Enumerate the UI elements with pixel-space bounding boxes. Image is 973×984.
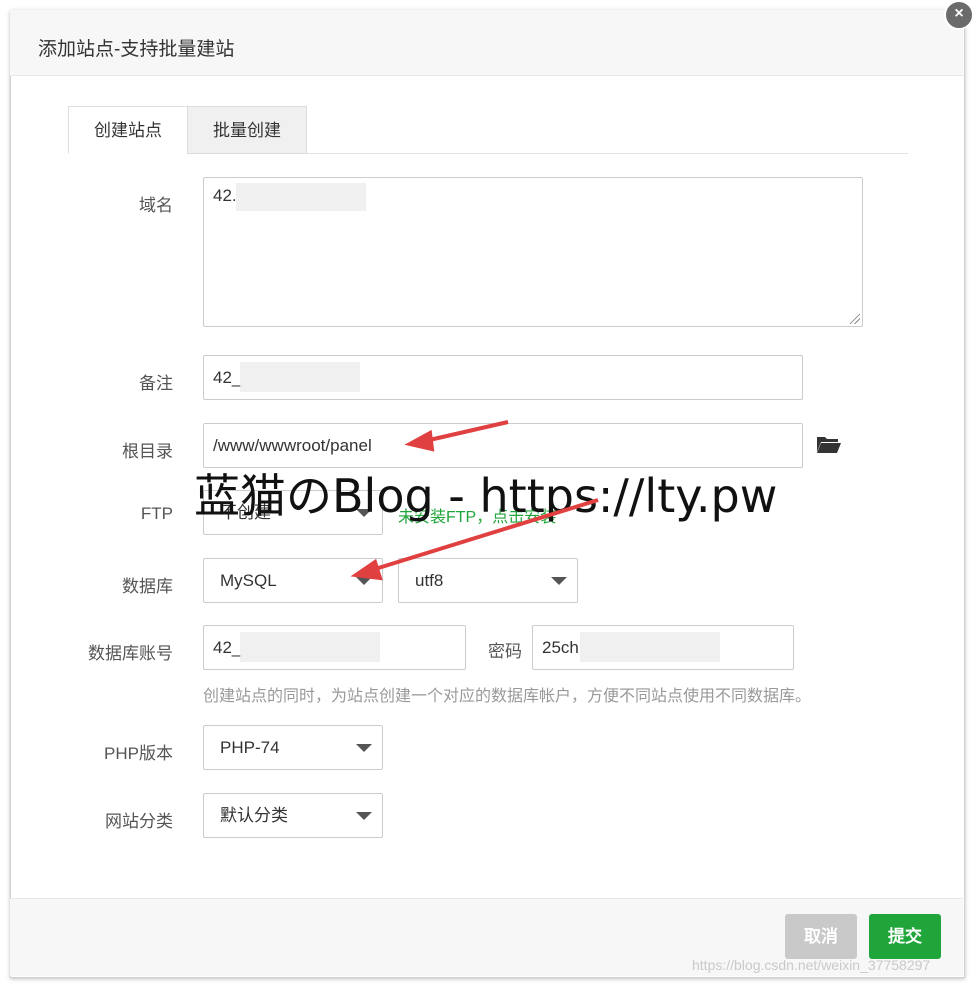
remark-value: 42_ <box>213 368 242 387</box>
database-type-select[interactable]: MySQL <box>203 558 383 603</box>
php-version-select[interactable]: PHP-74 <box>203 725 383 770</box>
site-category-label: 网站分类 <box>105 812 173 831</box>
root-dir-value: /www/wwwroot/panel <box>213 436 372 455</box>
site-category-select[interactable]: 默认分类 <box>203 793 383 838</box>
dialog-title: 添加站点-支持批量建站 <box>38 39 235 60</box>
blog-watermark: 蓝猫のBlog - https://lty.pw <box>194 469 778 523</box>
db-account-label: 数据库账号 <box>88 644 173 663</box>
close-icon[interactable]: × <box>944 0 973 30</box>
redacted-area <box>240 632 380 662</box>
resize-grip-icon[interactable] <box>850 314 860 324</box>
cancel-button[interactable]: 取消 <box>785 914 857 959</box>
chevron-down-icon <box>356 743 372 752</box>
folder-open-icon[interactable] <box>816 435 842 455</box>
dialog-title-bar: 添加站点-支持批量建站 <box>10 10 963 76</box>
csdn-watermark: https://blog.csdn.net/weixin_37758297 <box>692 957 931 973</box>
db-account-value: 42_ <box>213 638 242 657</box>
database-charset-selected: utf8 <box>415 571 444 590</box>
php-version-label: PHP版本 <box>104 744 173 763</box>
password-value: 25ch <box>542 638 579 657</box>
site-category-selected: 默认分类 <box>220 806 288 825</box>
database-label: 数据库 <box>122 577 173 596</box>
ftp-label: FTP <box>140 504 173 523</box>
redacted-area <box>240 362 360 392</box>
chevron-down-icon <box>356 811 372 820</box>
domain-value: 42. <box>213 186 237 205</box>
password-label: 密码 <box>488 642 522 661</box>
submit-button[interactable]: 提交 <box>869 914 941 959</box>
tab-create-site[interactable]: 创建站点 <box>68 106 188 154</box>
db-hint-text: 创建站点的同时，为站点创建一个对应的数据库帐户，方便不同站点使用不同数据库。 <box>203 688 812 705</box>
php-version-selected: PHP-74 <box>220 738 280 757</box>
database-charset-select[interactable]: utf8 <box>398 558 578 603</box>
root-dir-label: 根目录 <box>122 442 173 461</box>
remark-label: 备注 <box>139 374 173 393</box>
tab-batch-create[interactable]: 批量创建 <box>187 106 307 154</box>
domain-label: 域名 <box>139 196 173 215</box>
chevron-down-icon <box>551 576 567 585</box>
chevron-down-icon <box>356 576 372 585</box>
redacted-area <box>236 183 366 211</box>
database-type-selected: MySQL <box>220 571 277 590</box>
redacted-area <box>580 632 720 662</box>
